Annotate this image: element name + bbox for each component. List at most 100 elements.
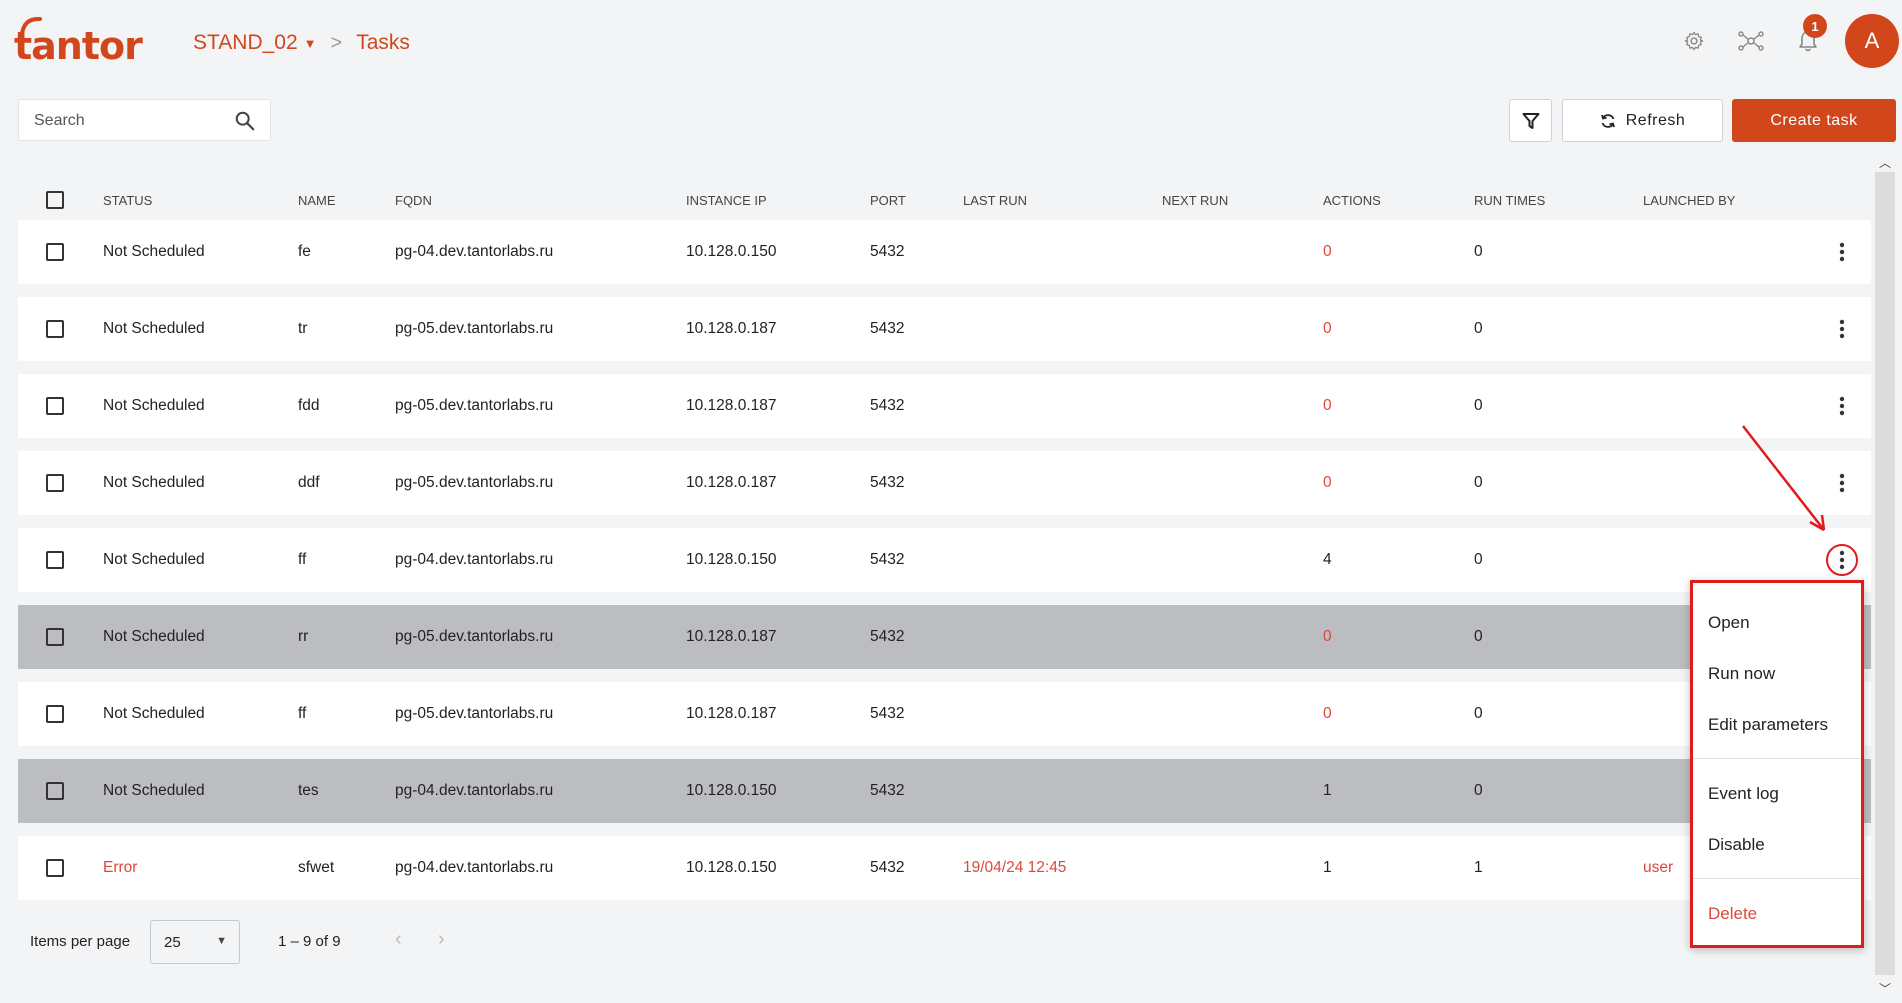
search-input[interactable] [34,110,224,132]
search-icon[interactable] [234,110,256,132]
row-menu-button[interactable] [1826,313,1858,345]
cell-run-times: 0 [1474,551,1483,568]
cell-status: Not Scheduled [103,705,205,722]
column-header-launched-by[interactable]: Launched by [1643,180,1735,220]
row-checkbox[interactable] [46,474,64,492]
cell-actions: 0 [1323,705,1332,722]
filter-button[interactable] [1509,99,1552,142]
cell-run-times: 0 [1474,705,1483,722]
cell-actions: 0 [1323,320,1332,337]
column-header-status[interactable]: Status [103,180,152,220]
notifications-button[interactable]: 1 [1791,14,1827,58]
menu-item-delete[interactable]: Delete [1708,904,1757,924]
column-header-port[interactable]: Port [870,180,906,220]
table-row[interactable]: Not Scheduled ddf pg-05.dev.tantorlabs.r… [18,451,1871,515]
caret-down-icon: ▼ [216,935,227,947]
cell-name: rr [298,628,309,645]
row-checkbox[interactable] [46,551,64,569]
column-header-run-times[interactable]: Run times [1474,180,1545,220]
row-menu-button-active[interactable] [1826,544,1858,576]
menu-item-open[interactable]: Open [1708,613,1750,633]
menu-item-run-now[interactable]: Run now [1708,664,1775,684]
cell-instance-ip: 10.128.0.187 [686,320,777,337]
table-row[interactable]: Not Scheduled tr pg-05.dev.tantorlabs.ru… [18,297,1871,361]
cell-port: 5432 [870,705,905,722]
row-checkbox[interactable] [46,320,64,338]
cell-status: Not Scheduled [103,782,205,799]
breadcrumb-current-page: Tasks [356,31,410,54]
cell-instance-ip: 10.128.0.150 [686,859,777,876]
next-page-button[interactable]: › [438,928,445,951]
table-row[interactable]: Not Scheduled fdd pg-05.dev.tantorlabs.r… [18,374,1871,438]
column-header-last-run[interactable]: Last run [963,180,1027,220]
cell-fqdn: pg-04.dev.tantorlabs.ru [395,243,554,260]
breadcrumb-stand-label: STAND_02 [193,31,298,54]
cell-fqdn: pg-04.dev.tantorlabs.ru [395,551,554,568]
cell-actions: 0 [1323,474,1332,491]
breadcrumb-stand-selector[interactable]: STAND_02 ▼ [193,31,317,55]
cell-name: tes [298,782,319,799]
cell-instance-ip: 10.128.0.150 [686,243,777,260]
cell-port: 5432 [870,320,905,337]
column-header-instance-ip[interactable]: Instance IP [686,180,767,220]
column-header-actions[interactable]: Actions [1323,180,1381,220]
chevron-right-icon: › [438,928,445,950]
cell-fqdn: pg-05.dev.tantorlabs.ru [395,628,554,645]
row-checkbox[interactable] [46,705,64,723]
table-row-highlighted[interactable]: Not Scheduled rr pg-05.dev.tantorlabs.ru… [18,605,1871,669]
row-menu-button[interactable] [1826,467,1858,499]
row-checkbox[interactable] [46,243,64,261]
settings-button[interactable] [1677,24,1711,58]
cell-port: 5432 [870,474,905,491]
row-menu-button[interactable] [1826,390,1858,422]
table-row[interactable]: Not Scheduled fe pg-04.dev.tantorlabs.ru… [18,220,1871,284]
table-row-highlighted[interactable]: Not Scheduled tes pg-04.dev.tantorlabs.r… [18,759,1871,823]
menu-item-disable[interactable]: Disable [1708,835,1765,855]
menu-item-event-log[interactable]: Event log [1708,784,1779,804]
select-all-checkbox[interactable] [46,191,64,209]
cell-instance-ip: 10.128.0.187 [686,628,777,645]
scroll-down-button[interactable]: ﹀ [1877,980,1893,996]
previous-page-button[interactable]: ‹ [395,928,402,951]
vertical-scrollbar[interactable] [1875,172,1895,975]
search-box [18,99,271,141]
cell-status: Not Scheduled [103,628,205,645]
user-avatar[interactable]: A [1845,14,1899,68]
create-task-button[interactable]: Create task [1732,99,1896,142]
cell-fqdn: pg-05.dev.tantorlabs.ru [395,474,554,491]
cell-instance-ip: 10.128.0.187 [686,705,777,722]
scroll-up-button[interactable]: ︿ [1877,154,1893,170]
items-per-page-select[interactable]: 25 ▼ [150,920,240,964]
caret-down-icon: ▼ [303,35,317,51]
menu-divider [1693,758,1861,759]
refresh-icon [1600,113,1615,128]
chevron-down-icon: ﹀ [1878,981,1891,996]
cell-actions: 0 [1323,243,1332,260]
column-header-name[interactable]: Name [298,180,336,220]
menu-divider [1693,878,1861,879]
row-menu-button[interactable] [1826,236,1858,268]
row-checkbox[interactable] [46,782,64,800]
table-row[interactable]: Not Scheduled ff pg-04.dev.tantorlabs.ru… [18,528,1871,592]
cell-actions: 0 [1323,397,1332,414]
cell-instance-ip: 10.128.0.187 [686,474,777,491]
items-per-page-label: Items per page [30,933,131,950]
column-header-fqdn[interactable]: FQDN [395,180,432,220]
cell-instance-ip: 10.128.0.150 [686,551,777,568]
row-checkbox[interactable] [46,859,64,877]
cell-name: ddf [298,474,320,491]
topology-button[interactable] [1734,24,1768,58]
filter-icon [1522,112,1539,129]
menu-item-edit-parameters[interactable]: Edit parameters [1708,715,1828,735]
cell-port: 5432 [870,628,905,645]
row-checkbox[interactable] [46,397,64,415]
column-header-next-run[interactable]: Next run [1162,180,1228,220]
cell-actions: 0 [1323,628,1332,645]
app-header: tantor STAND_02 ▼ > Tasks 1 A [0,0,1902,86]
row-checkbox[interactable] [46,628,64,646]
refresh-button[interactable]: Refresh [1562,99,1723,142]
table-row[interactable]: Not Scheduled ff pg-05.dev.tantorlabs.ru… [18,682,1871,746]
table-row[interactable]: Error sfwet pg-04.dev.tantorlabs.ru 10.1… [18,836,1871,900]
cell-run-times: 0 [1474,628,1483,645]
tantor-logo[interactable]: tantor [14,16,143,68]
